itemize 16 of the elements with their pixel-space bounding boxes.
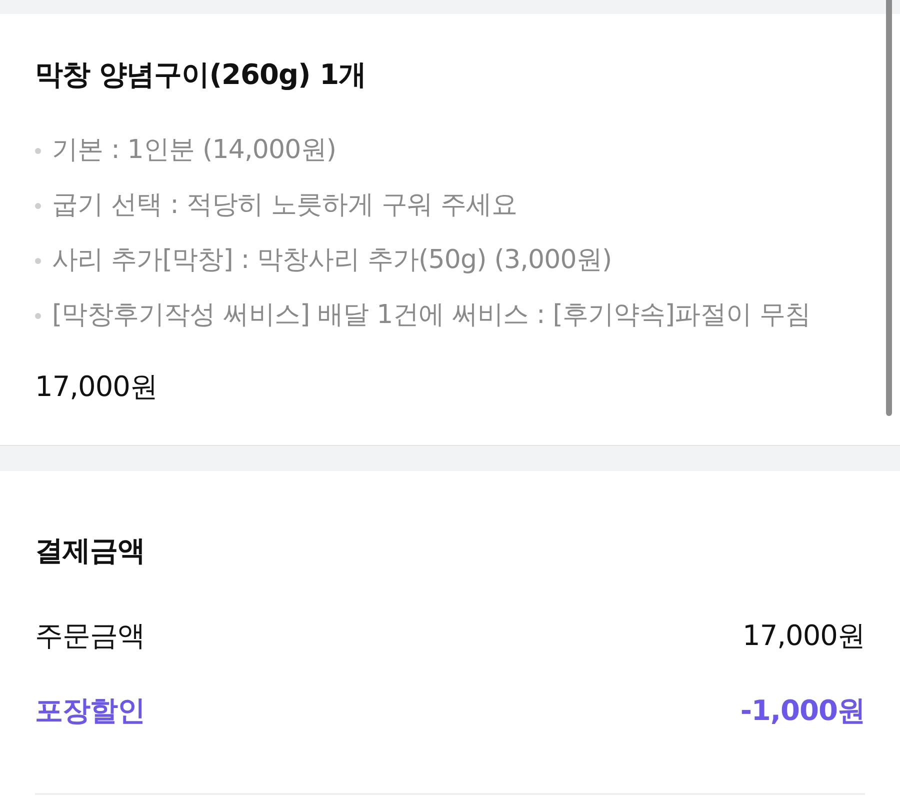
option-text: 기본 : 1인분 (14,000원): [52, 134, 336, 166]
bullet-icon: [35, 258, 41, 264]
payment-amount: 17,000원: [742, 618, 865, 654]
bullet-icon: [35, 148, 41, 154]
option-text: 굽기 선택 : 적당히 노릇하게 구워 주세요: [52, 188, 518, 222]
payment-label: 포장할인: [35, 693, 145, 729]
payment-amount: -1,000원: [740, 693, 865, 729]
bullet-icon: [35, 312, 41, 318]
item-price: 17,000원: [35, 369, 158, 405]
option-text: 사리 추가[막창] : 막창사리 추가(50g) (3,000원): [52, 244, 612, 276]
item-title: 막창 양념구이(260g) 1개: [35, 57, 366, 93]
option-text: [막창후기작성 써비스] 배달 1건에 써비스 : [후기약속]파절이 무침: [52, 298, 811, 332]
scrollbar-thumb[interactable]: [886, 0, 892, 416]
payment-label: 주문금액: [35, 618, 145, 654]
bullet-icon: [35, 202, 41, 208]
section-title: 결제금액: [35, 533, 145, 569]
